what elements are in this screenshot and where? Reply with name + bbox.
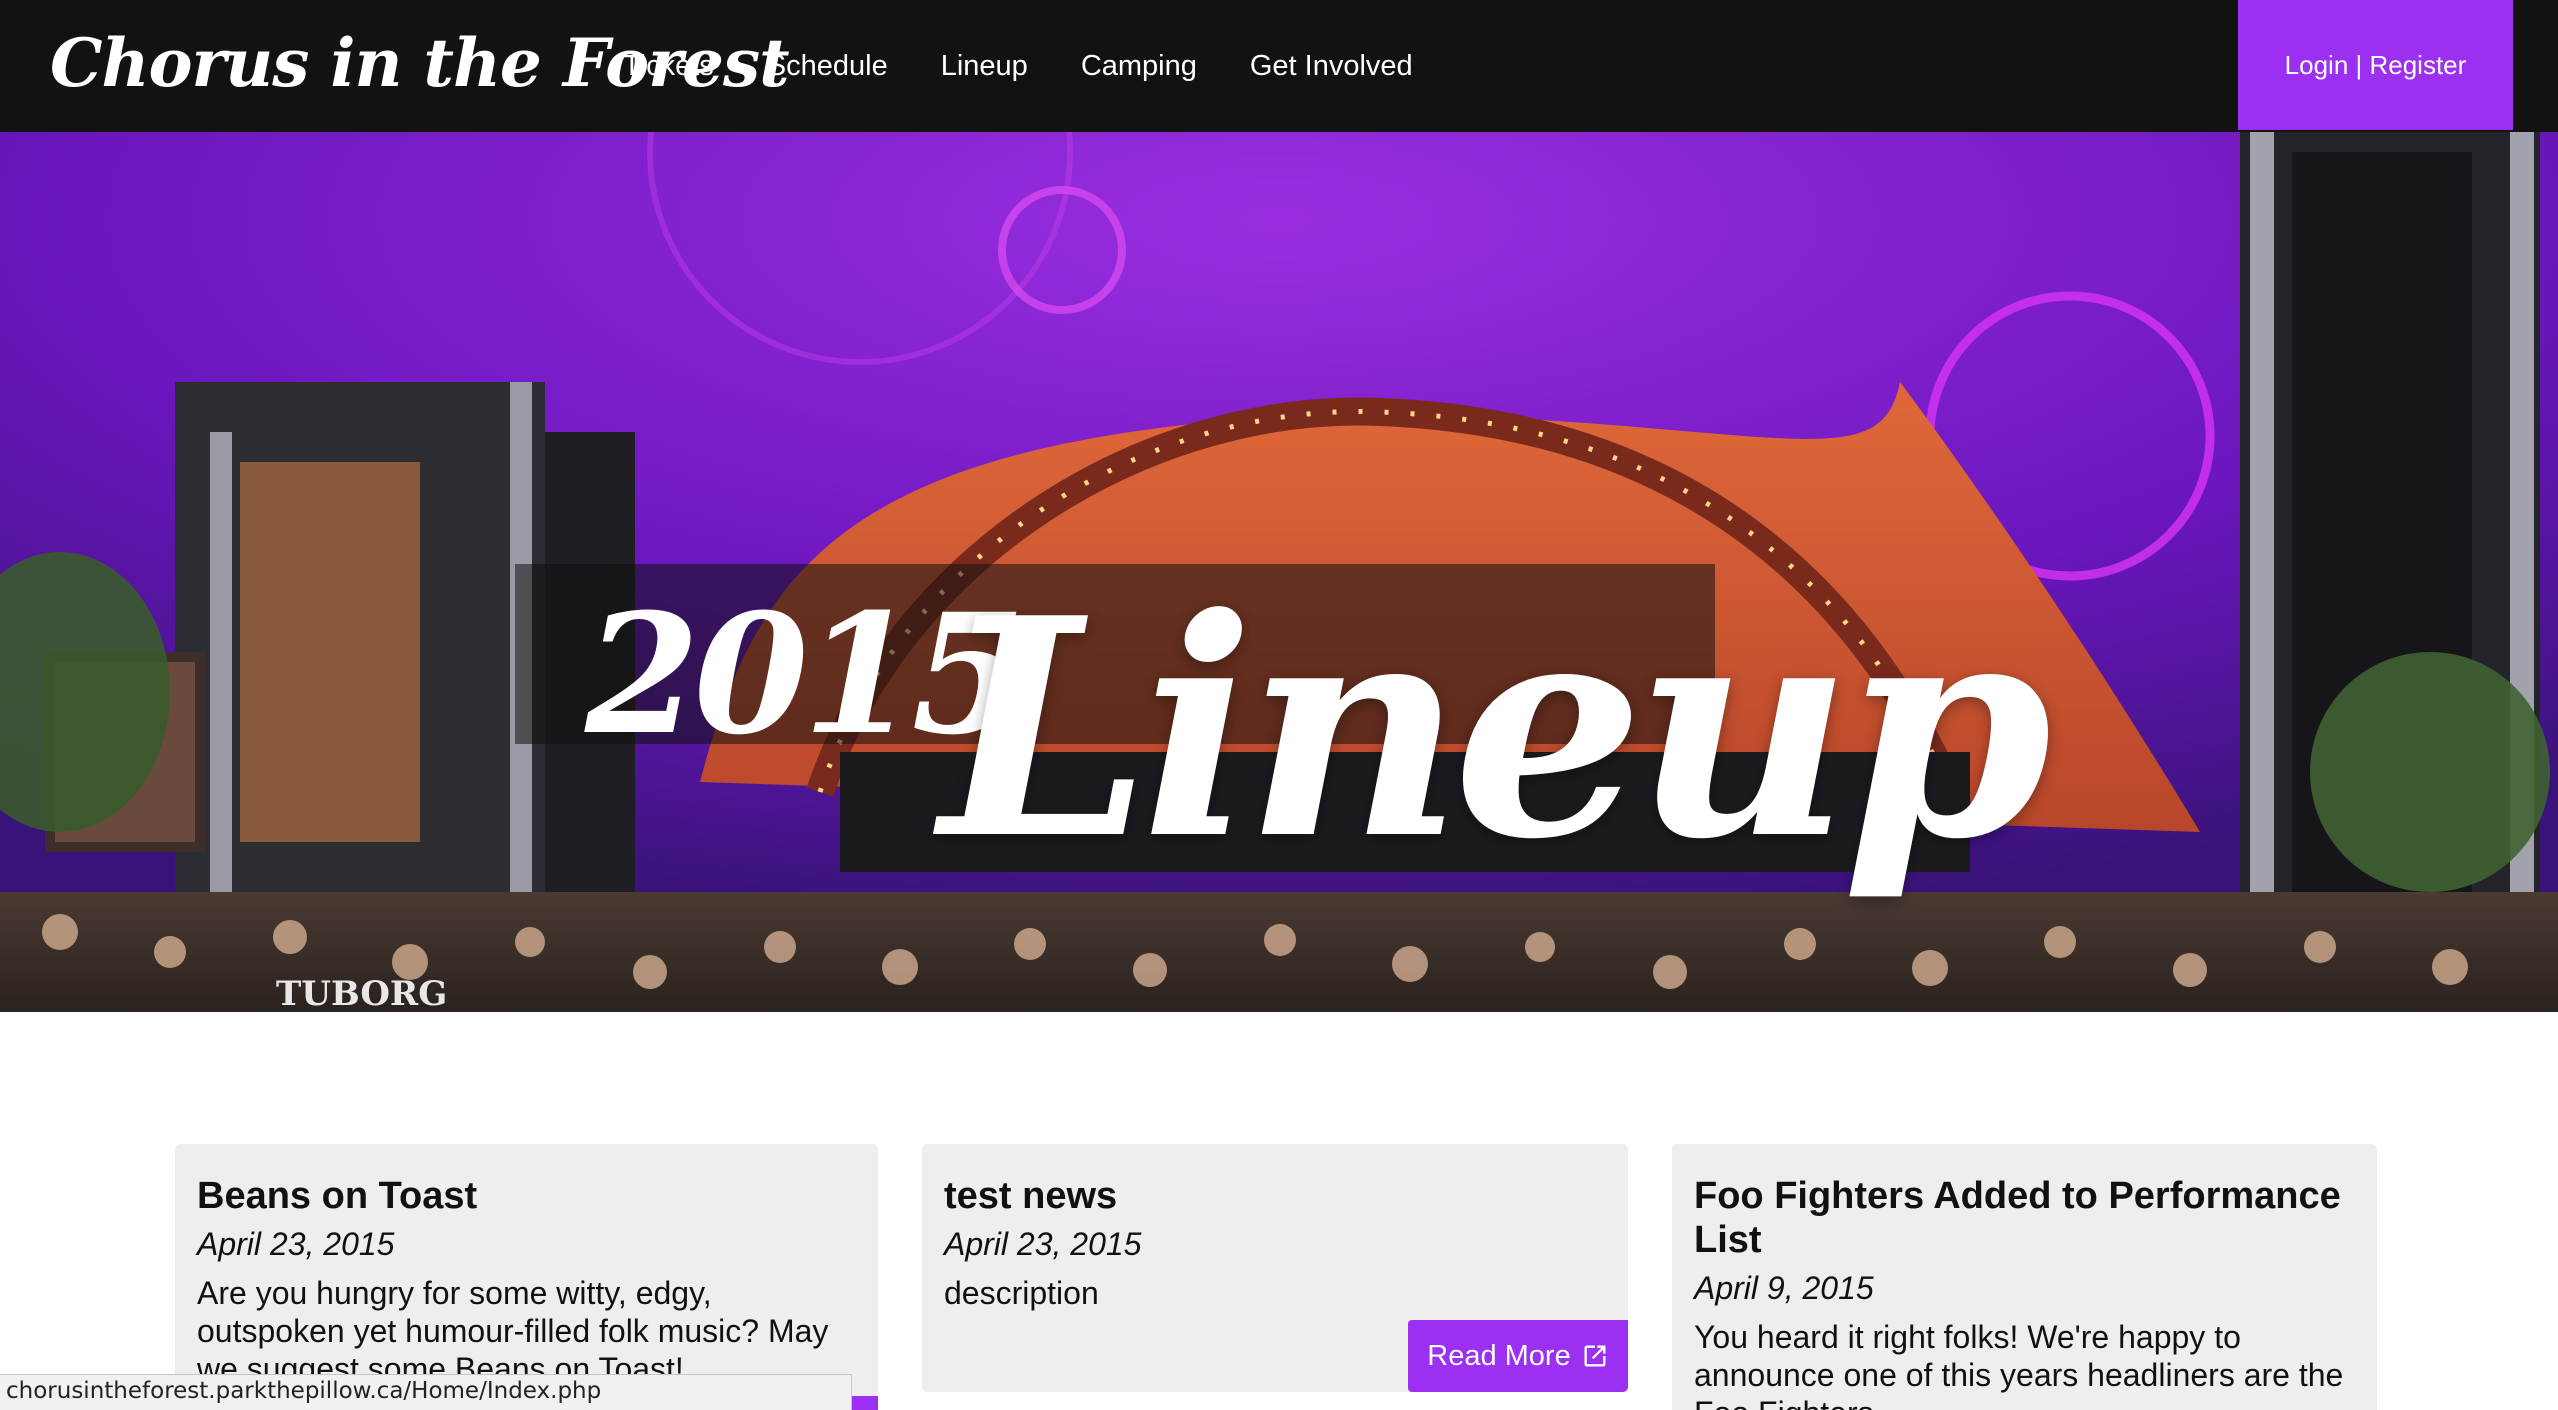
nav-item-tickets[interactable]: Tickets (623, 50, 714, 83)
news-card-body: You heard it right folks! We're happy to… (1694, 1319, 2344, 1410)
read-more-label: Read More (1427, 1339, 1571, 1372)
top-navbar: Chorus in the Forest Tickets Schedule Li… (0, 0, 2558, 132)
login-register-button[interactable]: Login | Register (2238, 0, 2513, 130)
nav-item-camping[interactable]: Camping (1081, 50, 1197, 83)
nav-item-lineup[interactable]: Lineup (941, 50, 1028, 83)
news-card-date: April 23, 2015 (197, 1226, 395, 1262)
stage-screen-sign: TUBORG (276, 974, 448, 1012)
hero-banner: TUBORG 2015 Lineup (0, 132, 2558, 1012)
news-card-beans-on-toast[interactable]: Beans on Toast April 23, 2015 Are you hu… (175, 1144, 878, 1410)
partial-read-more-button[interactable] (852, 1396, 878, 1410)
news-card-date: April 23, 2015 (944, 1226, 1142, 1262)
news-card-foo-fighters[interactable]: Foo Fighters Added to Performance List A… (1672, 1144, 2377, 1410)
hero-title: Lineup (940, 552, 2052, 905)
nav-item-schedule[interactable]: Schedule (767, 50, 888, 83)
nav-item-get-involved[interactable]: Get Involved (1250, 50, 1413, 83)
external-link-icon (1584, 1345, 1606, 1367)
news-card-title[interactable]: Beans on Toast (197, 1174, 856, 1218)
read-more-button[interactable]: Read More (1408, 1320, 1628, 1392)
news-card-title[interactable]: Foo Fighters Added to Performance List (1694, 1174, 2355, 1262)
news-card-date: April 9, 2015 (1694, 1270, 1874, 1306)
news-card-title[interactable]: test news (944, 1174, 1606, 1218)
main-nav: Tickets Schedule Lineup Camping Get Invo… (623, 0, 1466, 132)
news-card-test-news[interactable]: test news April 23, 2015 description Rea… (922, 1144, 1628, 1392)
browser-status-bar: chorusintheforest.parkthepillow.ca/Home/… (0, 1374, 852, 1410)
news-card-body: description (944, 1275, 1099, 1311)
news-card-body: Are you hungry for some witty, edgy, out… (197, 1275, 829, 1387)
